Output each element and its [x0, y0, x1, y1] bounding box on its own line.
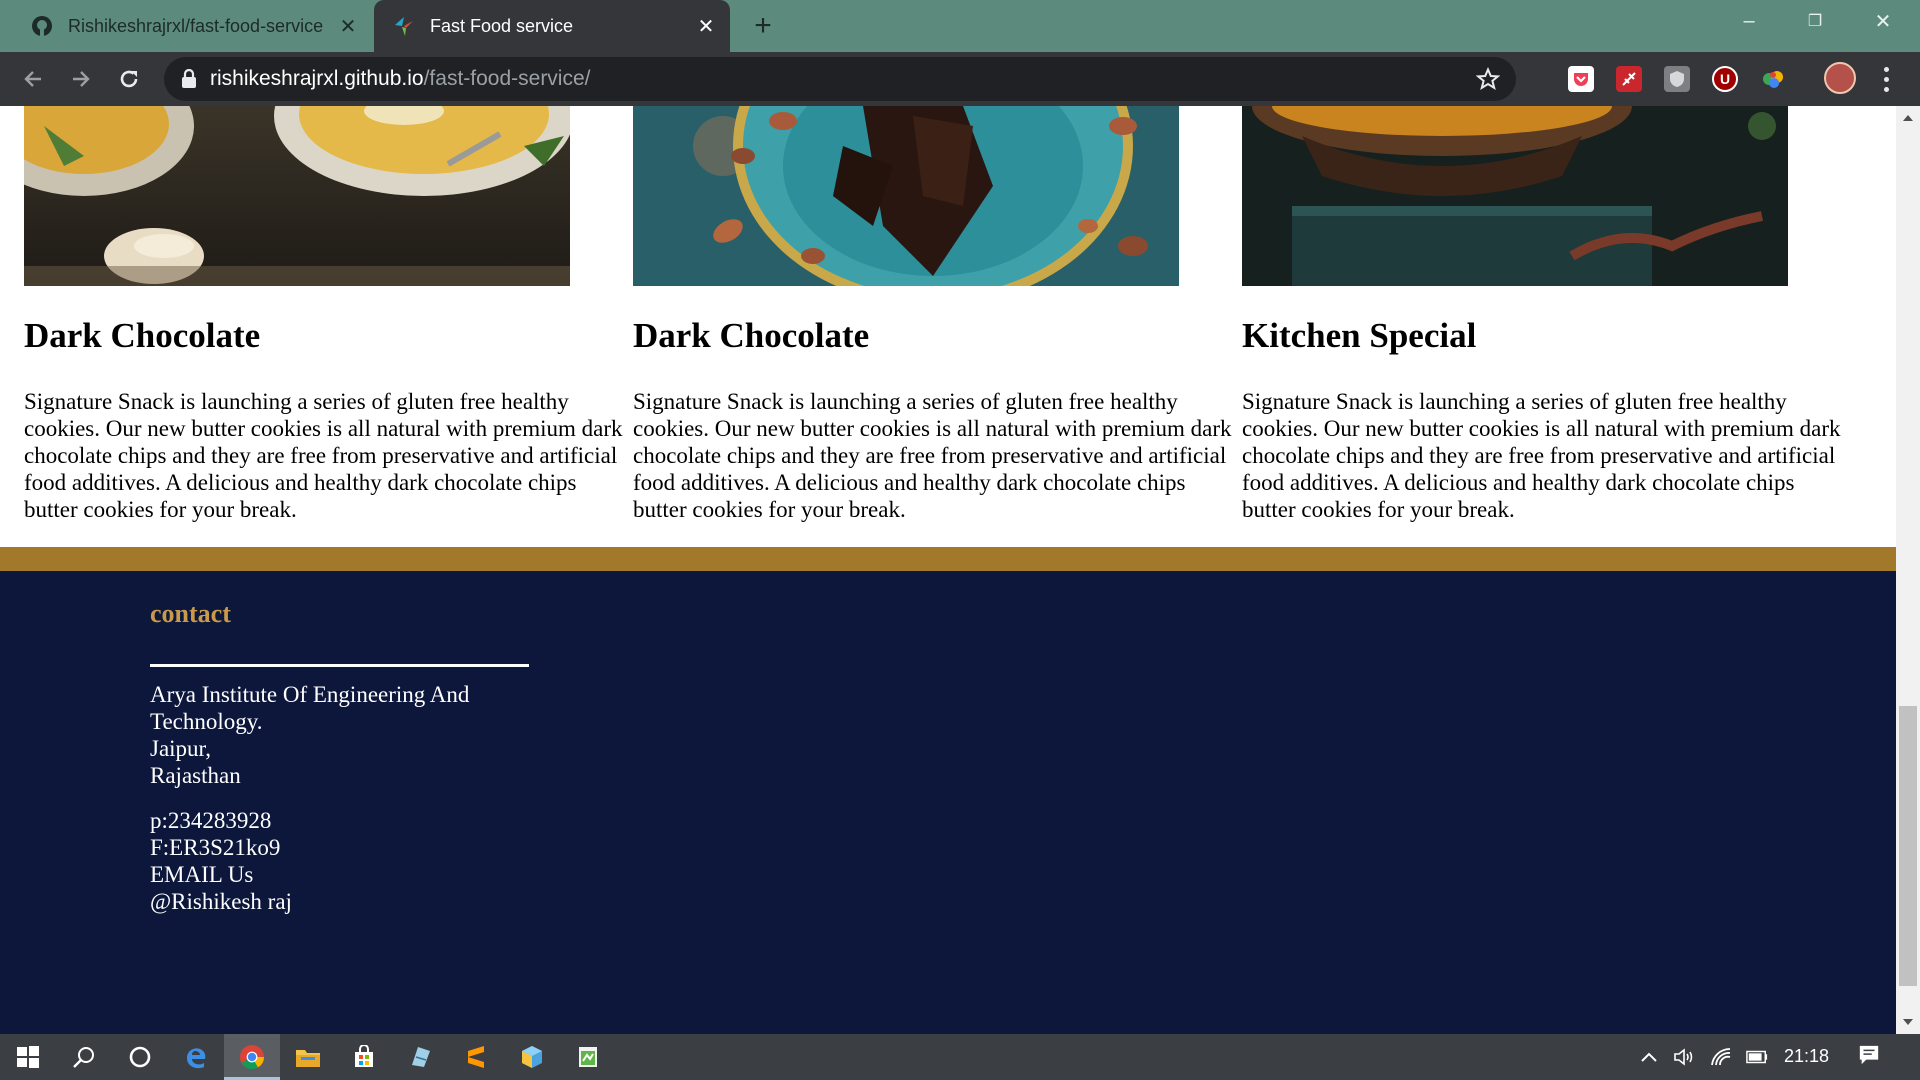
forward-arrow-icon [73, 71, 90, 87]
page-viewport: Dark Chocolate Signature Snack is launch… [0, 106, 1896, 1034]
bookmark-star-icon[interactable] [1475, 66, 1501, 91]
food-card: Kitchen Special Signature Snack is launc… [1242, 106, 1852, 522]
card-description: Signature Snack is launching a series of… [633, 389, 1232, 522]
browser-tab-strip: Rishikeshrajrxl/fast-food-service ✕ Fast… [0, 0, 1920, 52]
notes-app-icon[interactable] [560, 1034, 616, 1080]
address-line: Rajasthan [150, 763, 241, 788]
site-favicon-icon [392, 14, 416, 38]
tab-title: Rishikeshrajrxl/fast-food-service [68, 15, 324, 36]
close-tab-icon[interactable]: ✕ [694, 14, 718, 38]
github-icon [30, 14, 54, 38]
notepad-icon[interactable] [392, 1034, 448, 1080]
tab-github[interactable]: Rishikeshrajrxl/fast-food-service ✕ [0, 0, 372, 52]
cortana-icon[interactable] [112, 1034, 168, 1080]
fax-text: F:ER3S21ko9 [150, 835, 281, 860]
card-title: Kitchen Special [1242, 316, 1477, 355]
profile-avatar[interactable] [1824, 62, 1856, 94]
food-card: Dark Chocolate Signature Snack is launch… [24, 106, 634, 522]
flight-icon[interactable] [1616, 66, 1642, 92]
url-host: rishikeshrajrxl.github.io [210, 67, 424, 90]
colorful-extension-icon[interactable] [1760, 66, 1786, 92]
address-bar[interactable]: rishikeshrajrxl.github.io/fast-food-serv… [164, 57, 1516, 101]
browser-menu-button[interactable] [1876, 64, 1896, 94]
address-line: Technology. [150, 709, 263, 734]
food-card: Dark Chocolate Signature Snack is launch… [633, 106, 1243, 522]
restore-button[interactable]: ❐ [1782, 0, 1848, 42]
footer-accent-band [0, 547, 1896, 571]
search-icon[interactable] [56, 1034, 112, 1080]
ublock-icon[interactable]: U [1712, 66, 1738, 92]
taskbar-clock[interactable]: 21:18 [1784, 1046, 1829, 1067]
battery-icon[interactable] [1746, 1046, 1768, 1068]
browser-toolbar: rishikeshrajrxl.github.io/fast-food-serv… [0, 52, 1920, 106]
spice-pot-photo [1242, 106, 1788, 286]
wifi-icon[interactable] [1710, 1046, 1732, 1068]
windows-start-icon[interactable] [0, 1034, 56, 1080]
tab-title: Fast Food service [430, 15, 574, 36]
close-window-button[interactable]: ✕ [1850, 0, 1916, 42]
close-tab-icon[interactable]: ✕ [336, 14, 360, 38]
phone-text: p:234283928 [150, 808, 272, 833]
address-line: Arya Institute Of Engineering And [150, 682, 470, 707]
show-hidden-icons-chevron-icon[interactable] [1638, 1046, 1660, 1068]
contact-footer: contact Arya Institute Of Engineering An… [0, 571, 1896, 1034]
edge-icon[interactable] [168, 1034, 224, 1080]
back-arrow-icon [24, 71, 41, 87]
card-description: Signature Snack is launching a series of… [24, 389, 623, 522]
shield-extension-icon[interactable] [1664, 66, 1690, 92]
card-title: Dark Chocolate [633, 316, 870, 355]
chocolate-plate-photo [633, 106, 1179, 286]
new-tab-button[interactable]: + [748, 11, 778, 42]
notifications-icon[interactable] [1858, 1044, 1880, 1066]
page-scrollbar[interactable] [1896, 106, 1920, 1034]
cube-app-icon[interactable] [504, 1034, 560, 1080]
forward-button[interactable] [64, 62, 98, 96]
file-explorer-icon[interactable] [280, 1034, 336, 1080]
reload-icon [120, 70, 138, 88]
author-handle: @Rishikesh raj [150, 889, 292, 914]
chrome-icon[interactable] [224, 1034, 280, 1080]
scroll-thumb[interactable] [1899, 706, 1917, 986]
contact-divider [150, 664, 529, 667]
tab-fast-food-service[interactable]: Fast Food service ✕ [374, 0, 730, 52]
minimize-button[interactable]: – [1716, 0, 1782, 42]
email-link[interactable]: EMAIL Us [150, 861, 253, 888]
card-title: Dark Chocolate [24, 316, 261, 355]
card-description: Signature Snack is launching a series of… [1242, 389, 1841, 522]
address-line: Jaipur, [150, 736, 212, 761]
scroll-down-arrow-icon[interactable] [1896, 1012, 1920, 1032]
url-path: /fast-food-service/ [423, 67, 591, 90]
reload-button[interactable] [112, 62, 146, 96]
back-button[interactable] [16, 62, 50, 96]
contact-heading: contact [150, 599, 231, 628]
windows-taskbar: 21:18 [0, 1034, 1920, 1080]
sublime-icon[interactable] [448, 1034, 504, 1080]
lock-icon [180, 69, 198, 89]
store-icon[interactable] [336, 1034, 392, 1080]
pocket-icon[interactable] [1568, 66, 1594, 92]
scroll-up-arrow-icon[interactable] [1896, 108, 1920, 128]
soup-bowl-photo [24, 106, 570, 286]
volume-icon[interactable] [1673, 1046, 1695, 1068]
